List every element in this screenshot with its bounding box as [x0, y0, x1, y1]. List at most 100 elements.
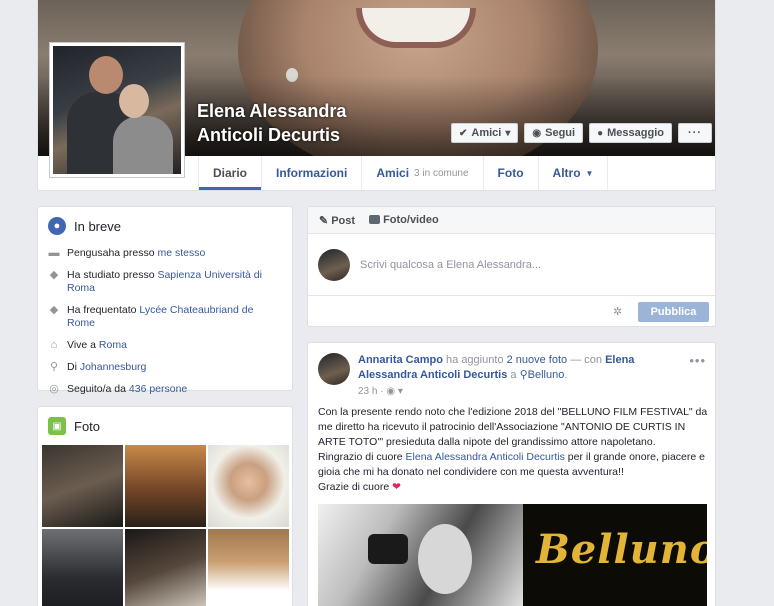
home-icon: ⌂ [50, 339, 58, 351]
photo-thumbnail[interactable] [208, 445, 289, 527]
post-timestamp[interactable]: 23 h · ◉ ▾ [358, 384, 678, 399]
intro-item-text: Vive a Roma [67, 339, 127, 352]
post-composer: ✎ Post Foto/video Scrivi qualcosa a Elena… [307, 206, 716, 327]
check-icon: ✔ [459, 127, 468, 139]
composer-tab-photo[interactable]: Foto/video [369, 214, 439, 226]
intro-item-link[interactable]: Roma [99, 339, 127, 351]
message-button[interactable]: ● Messaggio [589, 123, 672, 143]
profile-name[interactable]: Elena Alessandra Anticoli Decurtis [197, 99, 346, 147]
photos-card: ▣ Foto [37, 406, 293, 606]
mutual-friends-count: 3 in comune [414, 167, 469, 179]
more-options-button[interactable]: ··· [677, 123, 712, 143]
intro-item-university: ◆ Ha studiato presso Sapienza Università … [48, 269, 282, 295]
tab-more-label: Altro [552, 166, 581, 180]
tab-photos[interactable]: Foto [482, 156, 538, 190]
caret-down-icon: ▼ [585, 168, 594, 178]
profile-name-line1: Elena Alessandra [197, 101, 347, 121]
composer-tab-post-label: Post [331, 214, 356, 227]
tab-timeline-label: Diario [213, 166, 248, 180]
profile-figure-head-1 [89, 56, 123, 94]
tab-friends[interactable]: Amici 3 in comune [361, 156, 482, 190]
intro-item-text: Ha studiato presso Sapienza Università d… [67, 269, 282, 295]
rss-icon: ◎ [49, 383, 59, 395]
photo-thumbnail[interactable] [125, 529, 206, 606]
photo-thumbnail[interactable] [208, 529, 289, 606]
post-text: Con la presente rendo noto che l'edizion… [318, 405, 708, 495]
intro-item-prefix: Pengusaha presso [67, 247, 158, 259]
intro-item-work: ▬ Pengusaha presso me stesso [48, 247, 282, 260]
tab-friends-label: Amici [376, 166, 410, 180]
gear-icon[interactable]: ✲ [613, 305, 622, 318]
caret-down-icon: ▾ [505, 127, 511, 139]
post-photos-link[interactable]: 2 nuove foto [507, 354, 568, 366]
composer-tabs: ✎ Post Foto/video [308, 207, 715, 234]
post-paragraph-3: Grazie di cuore [318, 481, 393, 493]
intro-item-prefix: Ha studiato presso [67, 269, 158, 281]
post-options-icon[interactable]: ••• [689, 353, 706, 368]
intro-header: ● In breve [38, 207, 292, 235]
intro-item-text: Pengusaha presso me stesso [67, 247, 205, 260]
photo-thumbnail[interactable] [42, 445, 123, 527]
intro-item-link[interactable]: 436 persone [129, 383, 187, 395]
composer-input[interactable]: Scrivi qualcosa a Elena Alessandra... [360, 259, 541, 271]
composer-tab-photo-label: Foto/video [383, 214, 439, 226]
graduation-cap-icon: ◆ [49, 304, 59, 316]
photo-icon: ▣ [48, 417, 66, 435]
globe-icon: ● [48, 217, 66, 235]
post-image-person [418, 524, 472, 594]
composer-tab-post[interactable]: ✎ Post [319, 214, 355, 227]
publish-button[interactable]: Pubblica [638, 302, 709, 322]
photo-thumbnail[interactable] [125, 445, 206, 527]
post-author[interactable]: Annarita Campo [358, 354, 443, 366]
graduation-cap-icon: ◆ [49, 269, 59, 281]
tab-photos-label: Foto [497, 166, 524, 180]
post-paragraph-2a: Ringrazio di cuore [318, 451, 406, 463]
caret-down-icon: ▾ [397, 386, 403, 397]
tab-about[interactable]: Informazioni [261, 156, 361, 190]
post-image-title: Belluno [536, 526, 707, 573]
composer-footer: ✲ Pubblica [308, 296, 715, 327]
cover-actions: ✔ Amici ▾ ◉ Segui ● Messaggio ··· [451, 123, 712, 143]
profile-picture[interactable] [49, 42, 185, 178]
follow-button[interactable]: ◉ Segui [524, 123, 584, 143]
tab-more[interactable]: Altro ▼ [537, 156, 609, 190]
photo-grid [42, 445, 289, 606]
intro-item-from: ⚲ Di Johannesburg [48, 361, 282, 374]
post-mention-link[interactable]: Elena Alessandra Anticoli Decurtis [406, 451, 565, 463]
intro-title: In breve [74, 218, 121, 234]
post-meta: Annarita Campo ha aggiunto 2 nuove foto … [358, 353, 678, 399]
post-at: a [507, 369, 520, 381]
post-image[interactable]: Belluno [318, 504, 707, 606]
photos-title[interactable]: Foto [74, 419, 100, 434]
profile-figure-body-2 [113, 116, 173, 174]
tab-timeline[interactable]: Diario [198, 156, 261, 190]
intro-item-link[interactable]: me stesso [157, 247, 205, 259]
avatar [318, 248, 350, 281]
intro-item-text: Seguito/a da 436 persone [67, 383, 187, 396]
post-action: ha aggiunto [442, 354, 507, 366]
photo-thumbnail[interactable] [42, 529, 123, 606]
author-avatar[interactable] [318, 353, 350, 385]
intro-item-followers: ◎ Seguito/a da 436 persone [48, 383, 282, 396]
intro-item-prefix: Di [67, 361, 80, 373]
tab-about-label: Informazioni [276, 166, 348, 180]
post-header: Annarita Campo ha aggiunto 2 nuove foto … [318, 353, 678, 399]
pencil-icon: ✎ [319, 214, 329, 227]
friends-privacy-icon: ◉ [386, 386, 396, 397]
profile-name-line2: Anticoli Decurtis [197, 125, 341, 145]
post-with: — con [567, 354, 606, 366]
rss-icon: ◉ [532, 127, 542, 139]
feed-post: Annarita Campo ha aggiunto 2 nuove foto … [307, 342, 716, 606]
intro-list: ▬ Pengusaha presso me stesso ◆ Ha studiato… [38, 235, 292, 396]
intro-item-prefix: Seguito/a da [67, 383, 129, 395]
intro-item-prefix: Ha frequentato [67, 304, 140, 316]
follow-button-label: Segui [545, 127, 576, 139]
heart-icon: ❤ [392, 481, 401, 493]
profile-figure-head-2 [119, 84, 149, 118]
messenger-icon: ● [597, 127, 604, 139]
intro-item-prefix: Vive a [67, 339, 99, 351]
intro-item-link[interactable]: Johannesburg [80, 361, 147, 373]
friends-button[interactable]: ✔ Amici ▾ [451, 123, 519, 143]
post-place-link[interactable]: Belluno [528, 369, 565, 381]
more-options-label: ··· [687, 127, 702, 139]
